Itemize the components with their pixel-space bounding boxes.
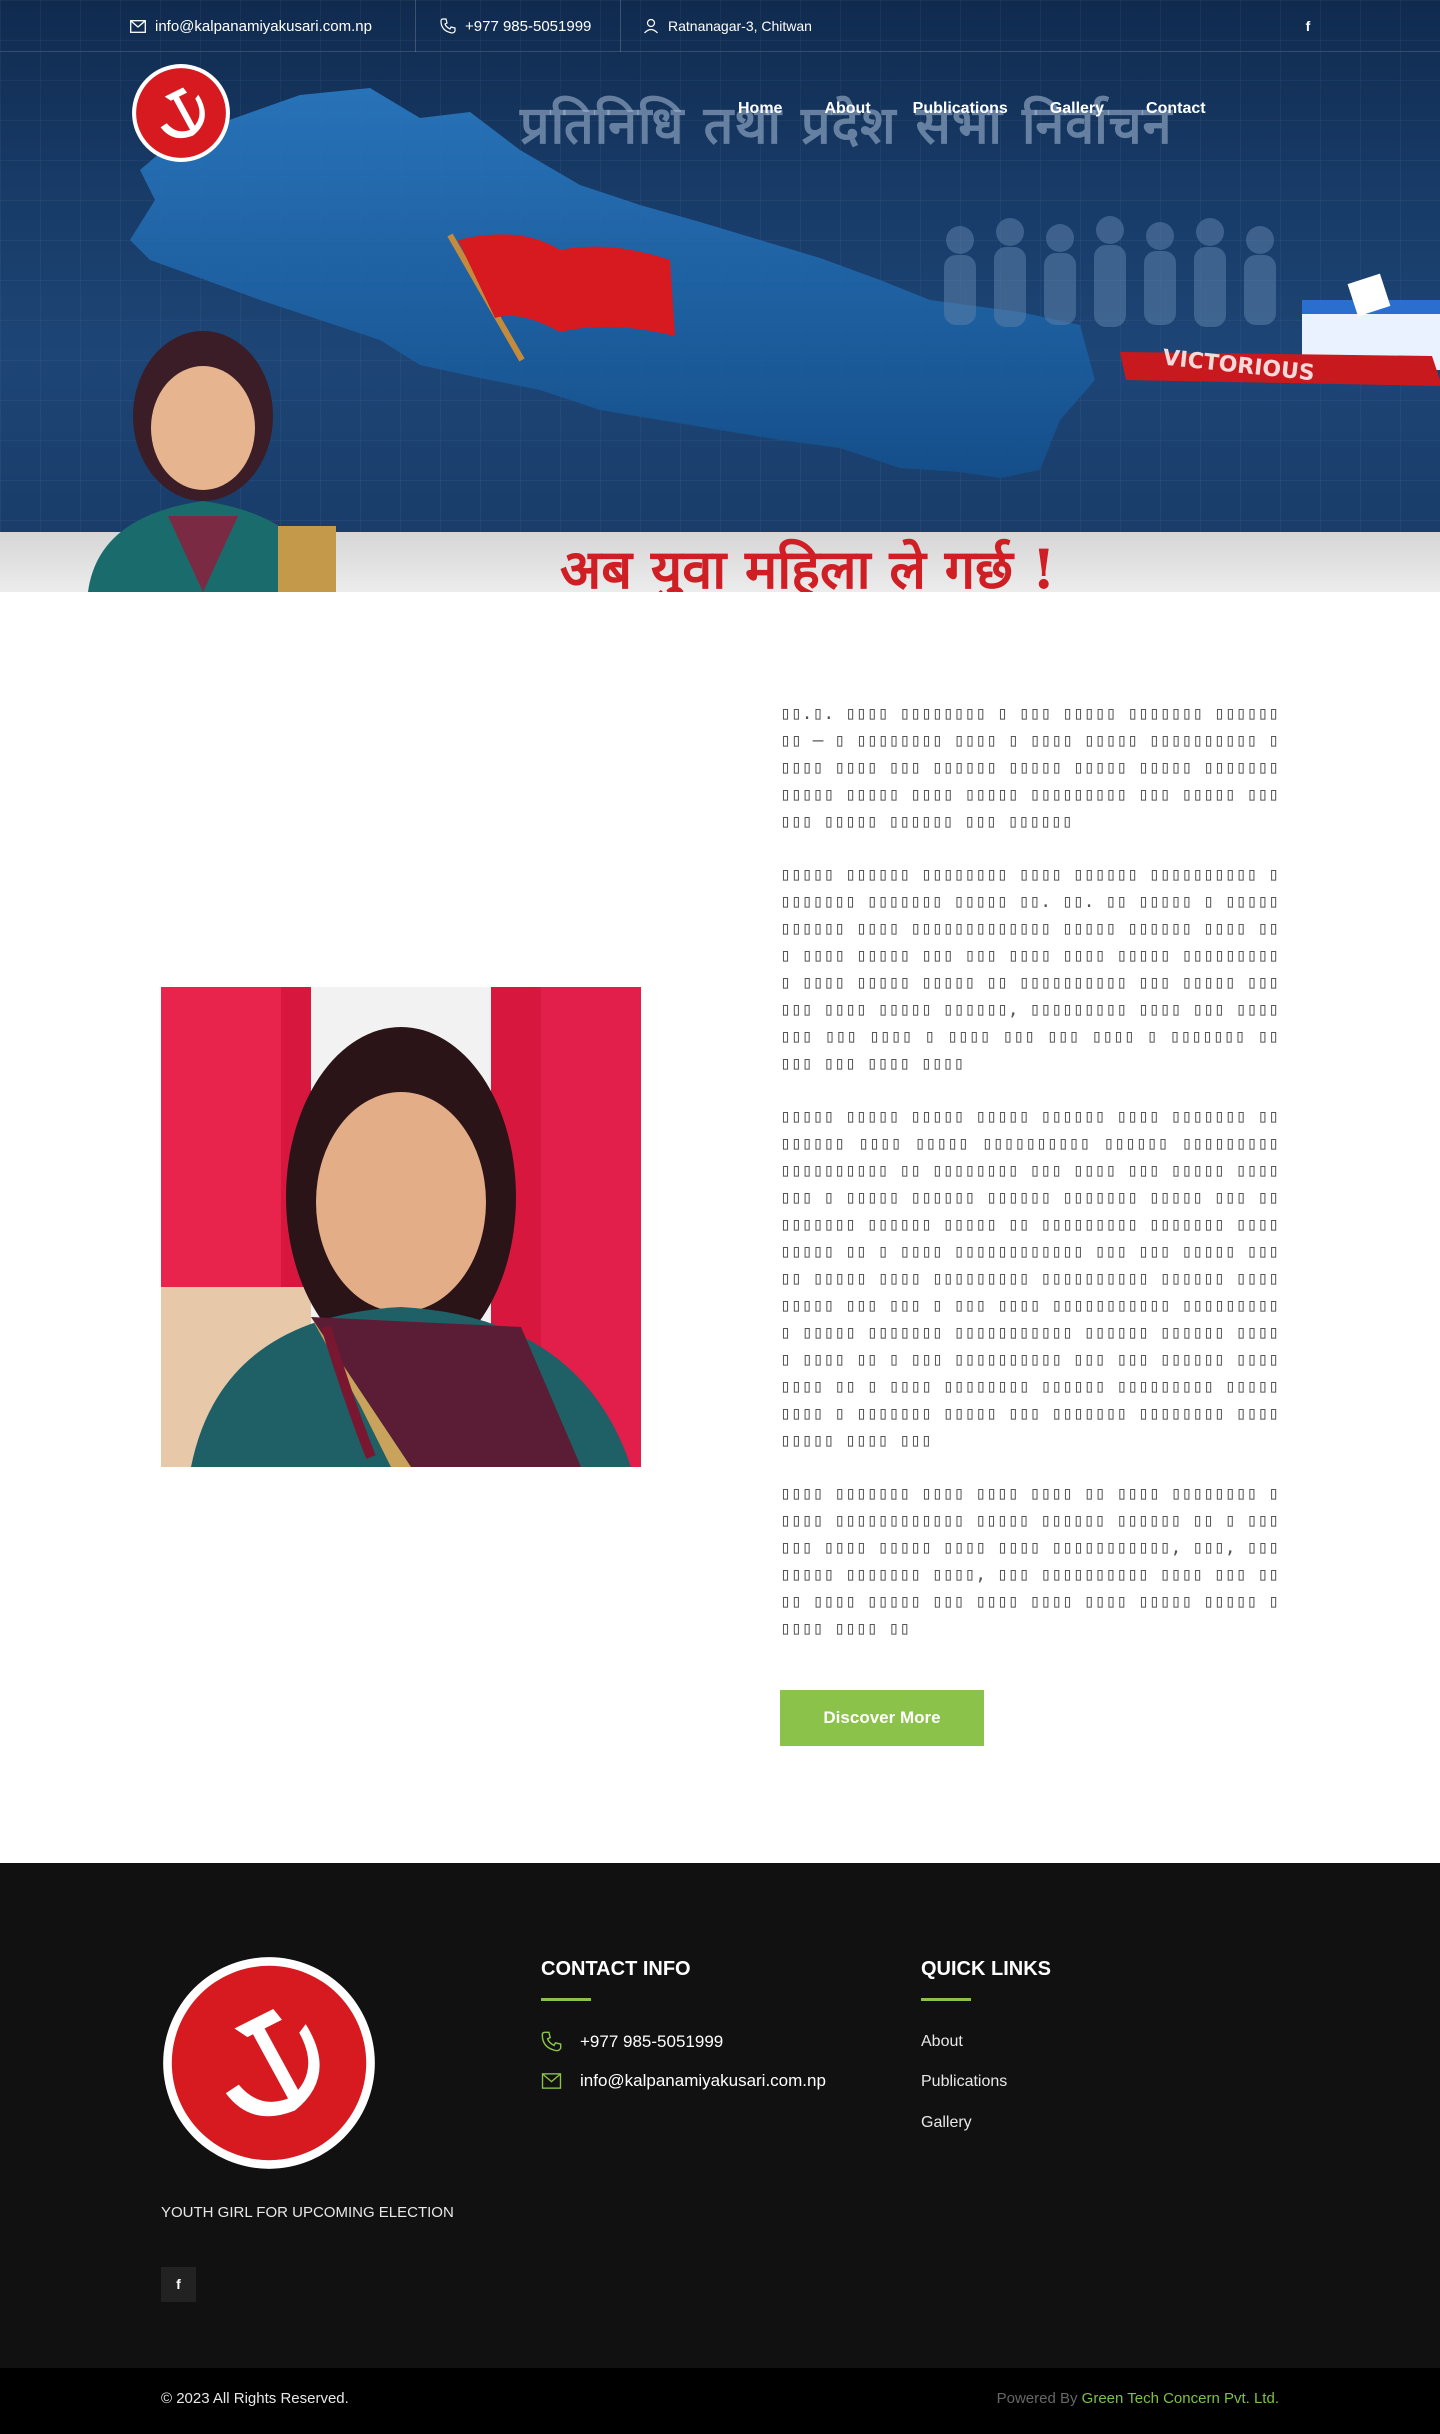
phone-icon bbox=[440, 18, 456, 34]
footer-link-about[interactable]: About bbox=[921, 2033, 963, 2051]
topbar-address-text: Ratnanagar-3, Chitwan bbox=[668, 18, 812, 34]
topbar-email-text: info@kalpanamiyakusari.com.np bbox=[155, 17, 372, 35]
footer-link-gallery[interactable]: Gallery bbox=[921, 2114, 972, 2132]
nav-publications[interactable]: Publications bbox=[913, 100, 1008, 126]
candidate-portrait bbox=[161, 987, 641, 1467]
topbar-divider bbox=[620, 0, 621, 52]
top-contact-bar: info@kalpanamiyakusari.com.np +977 985-5… bbox=[0, 0, 1440, 52]
footer-link-publications[interactable]: Publications bbox=[921, 2073, 1007, 2091]
footer-phone[interactable]: +977 985-5051999 bbox=[541, 2031, 723, 2052]
topbar-email[interactable]: info@kalpanamiyakusari.com.np bbox=[130, 0, 372, 52]
heading-underline bbox=[921, 1998, 971, 2001]
about-text: ▯▯.▯. ▯▯▯▯ ▯▯▯▯▯▯▯▯ ▯ ▯▯▯ ▯▯▯▯▯ ▯▯▯▯▯▯▯ … bbox=[780, 700, 1279, 1668]
nav-about[interactable]: About bbox=[824, 100, 870, 126]
mail-icon bbox=[130, 19, 146, 33]
party-logo[interactable] bbox=[130, 62, 232, 164]
topbar-phone[interactable]: +977 985-5051999 bbox=[440, 0, 591, 52]
candidate-hero-photo bbox=[88, 331, 336, 592]
about-paragraph: ▯▯▯▯▯ ▯▯▯▯▯ ▯▯▯▯▯ ▯▯▯▯▯ ▯▯▯▯▯▯ ▯▯▯▯ ▯▯▯▯… bbox=[780, 1106, 1279, 1451]
hero-banner: प्रतिनिधि तथा प्रदेश सभा निर्वाचन VICTOR… bbox=[0, 0, 1440, 592]
footer-party-logo[interactable] bbox=[161, 1955, 377, 2171]
phone-icon bbox=[541, 2031, 562, 2052]
victorious-ribbon: VICTORIOUS bbox=[1120, 346, 1440, 386]
footer-facebook-icon[interactable]: f bbox=[161, 2267, 196, 2302]
main-navigation: Home About Publications Gallery Contact bbox=[738, 100, 1248, 126]
candidate-portrait-image bbox=[161, 987, 641, 1467]
facebook-icon[interactable]: f bbox=[1296, 14, 1320, 38]
user-pin-icon bbox=[644, 18, 658, 34]
heading-underline bbox=[541, 1998, 591, 2001]
about-paragraph: ▯▯.▯. ▯▯▯▯ ▯▯▯▯▯▯▯▯ ▯ ▯▯▯ ▯▯▯▯▯ ▯▯▯▯▯▯▯ … bbox=[780, 703, 1279, 832]
contact-info-heading: CONTACT INFO bbox=[541, 1958, 691, 1980]
nav-contact[interactable]: Contact bbox=[1146, 100, 1206, 126]
discover-more-button[interactable]: Discover More bbox=[780, 1690, 984, 1746]
mail-icon bbox=[541, 2073, 562, 2089]
nav-gallery[interactable]: Gallery bbox=[1050, 100, 1104, 126]
topbar-address: Ratnanagar-3, Chitwan bbox=[643, 0, 812, 52]
quick-links-heading: QUICK LINKS bbox=[921, 1958, 1051, 1980]
footer-email[interactable]: info@kalpanamiyakusari.com.np bbox=[541, 2071, 826, 2091]
powered-by-label: Powered By bbox=[996, 2390, 1078, 2407]
about-paragraph: ▯▯▯▯ ▯▯▯▯▯▯▯ ▯▯▯▯ ▯▯▯▯ ▯▯▯▯ ▯▯ ▯▯▯▯ ▯▯▯▯… bbox=[780, 1483, 1279, 1639]
footer-email-text: info@kalpanamiyakusari.com.np bbox=[580, 2071, 826, 2090]
powered-by: Powered By Green Tech Concern Pvt. Ltd. bbox=[997, 2390, 1279, 2407]
slogan-text: अब युवा महिला ले गर्छ ! bbox=[560, 537, 1056, 592]
powered-by-link[interactable]: Green Tech Concern Pvt. Ltd. bbox=[1082, 2390, 1279, 2407]
topbar-divider bbox=[415, 0, 416, 52]
nav-home[interactable]: Home bbox=[738, 100, 782, 126]
copyright-text: © 2023 All Rights Reserved. bbox=[161, 2390, 349, 2407]
footer-tagline: YOUTH GIRL FOR UPCOMING ELECTION bbox=[161, 2204, 454, 2221]
footer-phone-text: +977 985-5051999 bbox=[580, 2031, 724, 2051]
topbar-phone-text: +977 985-5051999 bbox=[465, 17, 592, 35]
about-paragraph: ▯▯▯▯▯ ▯▯▯▯▯▯ ▯▯▯▯▯▯▯▯ ▯▯▯▯ ▯▯▯▯▯▯ ▯▯▯▯▯▯… bbox=[780, 864, 1279, 1074]
